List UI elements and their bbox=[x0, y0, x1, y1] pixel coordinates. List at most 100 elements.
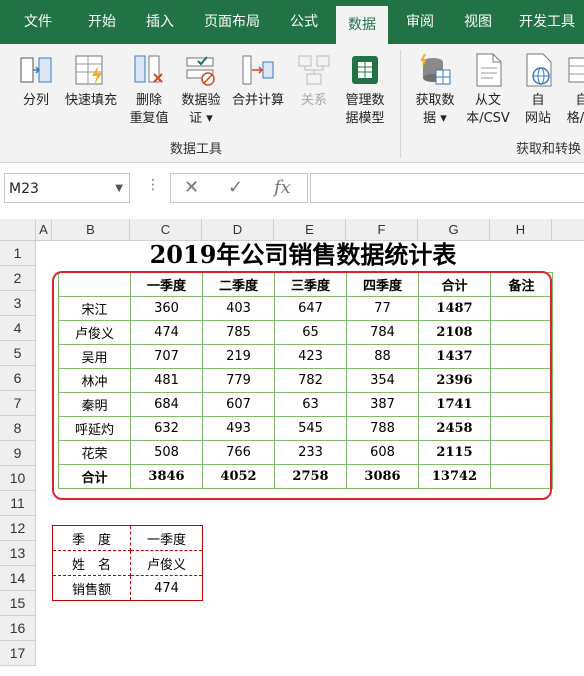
table-cell[interactable] bbox=[490, 440, 553, 465]
table-cell[interactable]: 四季度 bbox=[346, 272, 419, 297]
table-cell[interactable]: 吴用 bbox=[58, 344, 131, 369]
table-cell[interactable]: 三季度 bbox=[274, 272, 347, 297]
column-header-b[interactable]: B bbox=[52, 219, 130, 241]
consolidate-button[interactable]: 合并计算 bbox=[228, 52, 288, 110]
table-cell[interactable] bbox=[490, 320, 553, 345]
table-cell[interactable]: 秦明 bbox=[58, 392, 131, 417]
table-cell[interactable]: 3846 bbox=[130, 464, 203, 489]
column-header-e[interactable]: E bbox=[274, 219, 346, 241]
table-cell[interactable]: 403 bbox=[202, 296, 275, 321]
row-header[interactable]: 6 bbox=[0, 366, 36, 391]
table-cell[interactable]: 788 bbox=[346, 416, 419, 441]
table-cell[interactable]: 1741 bbox=[418, 392, 491, 417]
lookup-value[interactable]: 卢俊义 bbox=[130, 550, 203, 576]
lookup-label[interactable]: 季 度 bbox=[52, 525, 131, 551]
table-cell[interactable]: 呼延灼 bbox=[58, 416, 131, 441]
from-table-button[interactable]: 自 格/区 bbox=[562, 52, 584, 128]
table-cell[interactable] bbox=[490, 416, 553, 441]
tab-developer[interactable]: 开发工具 bbox=[510, 0, 584, 44]
table-cell[interactable]: 备注 bbox=[490, 272, 553, 297]
row-header[interactable]: 13 bbox=[0, 541, 36, 566]
table-cell[interactable]: 779 bbox=[202, 368, 275, 393]
table-cell[interactable]: 13742 bbox=[418, 464, 491, 489]
lookup-value[interactable]: 474 bbox=[130, 575, 203, 601]
table-cell[interactable]: 684 bbox=[130, 392, 203, 417]
row-header[interactable]: 17 bbox=[0, 641, 36, 666]
table-cell[interactable]: 647 bbox=[274, 296, 347, 321]
row-header[interactable]: 7 bbox=[0, 391, 36, 416]
table-cell[interactable]: 二季度 bbox=[202, 272, 275, 297]
table-cell[interactable] bbox=[490, 368, 553, 393]
row-header[interactable]: 8 bbox=[0, 416, 36, 441]
table-cell[interactable]: 卢俊义 bbox=[58, 320, 131, 345]
row-header[interactable]: 15 bbox=[0, 591, 36, 616]
get-data-button[interactable]: 获取数 据 ▾ bbox=[410, 52, 460, 128]
table-cell[interactable]: 423 bbox=[274, 344, 347, 369]
cancel-icon[interactable]: ✕ bbox=[184, 177, 199, 198]
tab-review[interactable]: 审阅 bbox=[394, 0, 446, 44]
lookup-label[interactable]: 姓 名 bbox=[52, 550, 131, 576]
row-header[interactable]: 16 bbox=[0, 616, 36, 641]
manage-data-model-button[interactable]: 管理数 据模型 bbox=[340, 52, 390, 128]
column-header-a[interactable]: A bbox=[36, 219, 52, 241]
table-cell[interactable]: 宋江 bbox=[58, 296, 131, 321]
select-all-corner[interactable] bbox=[0, 219, 36, 241]
formula-input[interactable] bbox=[310, 173, 584, 203]
table-cell[interactable]: 493 bbox=[202, 416, 275, 441]
column-header-f[interactable]: F bbox=[346, 219, 418, 241]
table-cell[interactable]: 2758 bbox=[274, 464, 347, 489]
table-cell[interactable]: 233 bbox=[274, 440, 347, 465]
table-cell[interactable]: 2396 bbox=[418, 368, 491, 393]
table-cell[interactable]: 632 bbox=[130, 416, 203, 441]
table-cell[interactable]: 77 bbox=[346, 296, 419, 321]
table-cell[interactable]: 707 bbox=[130, 344, 203, 369]
row-header[interactable]: 2 bbox=[0, 266, 36, 291]
tab-view[interactable]: 视图 bbox=[452, 0, 504, 44]
table-cell[interactable]: 63 bbox=[274, 392, 347, 417]
lookup-label[interactable]: 销售额 bbox=[52, 575, 131, 601]
table-cell[interactable] bbox=[490, 392, 553, 417]
table-cell[interactable]: 219 bbox=[202, 344, 275, 369]
table-cell[interactable]: 4052 bbox=[202, 464, 275, 489]
table-cell[interactable]: 88 bbox=[346, 344, 419, 369]
table-cell[interactable]: 林冲 bbox=[58, 368, 131, 393]
row-header[interactable]: 9 bbox=[0, 441, 36, 466]
table-cell[interactable]: 766 bbox=[202, 440, 275, 465]
sheet-title[interactable]: 2019年公司销售数据统计表 bbox=[90, 241, 516, 268]
text-to-columns-button[interactable]: 分列 bbox=[16, 52, 56, 110]
row-header[interactable]: 4 bbox=[0, 316, 36, 341]
table-cell[interactable]: 785 bbox=[202, 320, 275, 345]
column-header-next[interactable] bbox=[552, 219, 584, 241]
tab-page-layout[interactable]: 页面布局 bbox=[194, 0, 270, 44]
table-cell[interactable]: 3086 bbox=[346, 464, 419, 489]
enter-icon[interactable]: ✓ bbox=[228, 177, 243, 198]
table-cell[interactable]: 474 bbox=[130, 320, 203, 345]
table-cell[interactable]: 508 bbox=[130, 440, 203, 465]
lookup-value[interactable]: 一季度 bbox=[130, 525, 203, 551]
more-options-icon[interactable]: ⋮ bbox=[146, 177, 160, 193]
table-cell[interactable]: 合计 bbox=[418, 272, 491, 297]
table-cell[interactable]: 合计 bbox=[58, 464, 131, 489]
worksheet-grid[interactable]: A B C D E F G H 1 2 3 4 5 6 7 8 9 10 11 12 13 14 15 16 1… bbox=[0, 219, 584, 676]
table-cell[interactable] bbox=[58, 272, 131, 297]
table-cell[interactable] bbox=[490, 296, 553, 321]
table-cell[interactable]: 782 bbox=[274, 368, 347, 393]
table-cell[interactable]: 481 bbox=[130, 368, 203, 393]
table-cell[interactable]: 360 bbox=[130, 296, 203, 321]
tab-home[interactable]: 开始 bbox=[72, 0, 132, 44]
insert-function-icon[interactable]: fx bbox=[274, 177, 291, 198]
table-cell[interactable]: 一季度 bbox=[130, 272, 203, 297]
name-box[interactable]: M23 ▼ bbox=[4, 173, 130, 203]
flash-fill-button[interactable]: 快速填充 bbox=[60, 52, 122, 110]
tab-insert[interactable]: 插入 bbox=[134, 0, 186, 44]
tab-formulas[interactable]: 公式 bbox=[278, 0, 330, 44]
table-cell[interactable]: 2115 bbox=[418, 440, 491, 465]
from-web-button[interactable]: 自 网站 bbox=[518, 52, 558, 128]
tab-file[interactable]: 文件 bbox=[10, 0, 66, 44]
row-header[interactable]: 1 bbox=[0, 241, 36, 266]
column-header-d[interactable]: D bbox=[202, 219, 274, 241]
row-header[interactable]: 3 bbox=[0, 291, 36, 316]
relationships-button[interactable]: 关系 bbox=[294, 52, 334, 110]
table-cell[interactable]: 545 bbox=[274, 416, 347, 441]
table-cell[interactable]: 1437 bbox=[418, 344, 491, 369]
